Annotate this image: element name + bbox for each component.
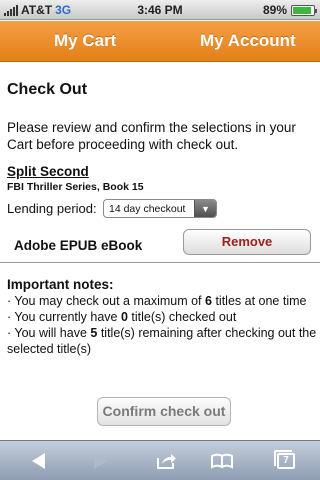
battery-icon — [291, 4, 317, 16]
item-title-link[interactable]: Split Second — [7, 164, 89, 179]
back-arrow-icon[interactable] — [6, 441, 70, 480]
item-series: FBI Thriller Series, Book 15 — [7, 181, 144, 193]
intro-text: Please review and confirm the selections… — [7, 120, 296, 152]
status-right: 89% — [262, 3, 317, 17]
nav-my-cart[interactable]: My Cart — [54, 31, 116, 51]
note-current-titles: · You currently have 0 title(s) checked … — [7, 310, 237, 324]
dropdown-arrow-icon: ▼ — [194, 200, 216, 217]
confirm-checkout-button[interactable]: Confirm check out — [97, 397, 231, 426]
note-max-titles: · You may check out a maximum of 6 title… — [7, 294, 307, 308]
item-format: Adobe EPUB eBook — [14, 238, 143, 253]
note-remaining-titles: · You will have 5 title(s) remaining aft… — [7, 326, 317, 356]
notes-list: · You may check out a maximum of 6 title… — [7, 293, 319, 357]
bookmarks-icon[interactable] — [190, 441, 254, 480]
remove-button[interactable]: Remove — [183, 229, 311, 255]
page-title: Check Out — [7, 81, 88, 98]
browser-toolbar: 7 — [0, 440, 320, 480]
nav-my-account[interactable]: My Account — [200, 31, 296, 51]
share-icon[interactable] — [134, 441, 198, 480]
divider — [0, 262, 320, 263]
lending-period-value: 14 day checkout — [109, 203, 186, 215]
pages-count: 7 — [274, 450, 295, 469]
battery-fill — [293, 6, 311, 14]
battery-percent: 89% — [262, 3, 287, 17]
top-nav: My Cart My Account — [0, 21, 320, 62]
notes-title: Important notes: — [7, 277, 114, 292]
pages-icon[interactable]: 7 — [254, 441, 318, 480]
status-bar: AT&T 3G 3:46 PM 89% — [0, 0, 320, 20]
lending-period-label: Lending period: — [7, 201, 97, 216]
forward-arrow-icon[interactable] — [68, 441, 132, 480]
lending-period-select[interactable]: 14 day checkout ▼ — [103, 199, 217, 218]
